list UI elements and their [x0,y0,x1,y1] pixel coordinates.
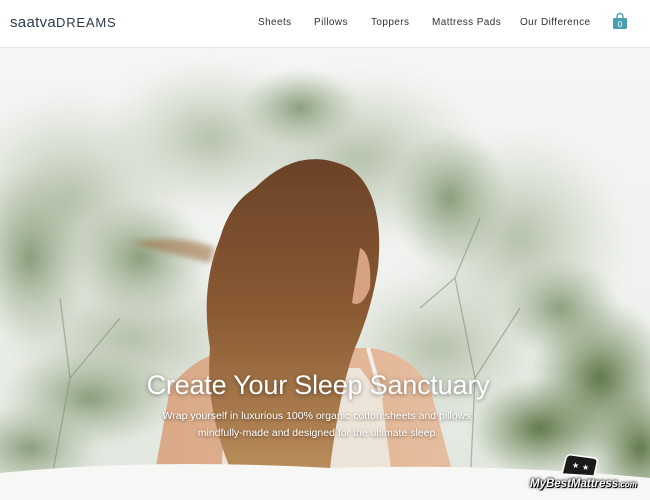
nav-our-difference[interactable]: Our Difference [520,17,590,28]
hero-subtext-line1: Wrap yourself in luxurious 100% organic … [162,410,474,422]
shopping-bag-icon: 0 [613,12,627,29]
hero-subtext: Wrap yourself in luxurious 100% organic … [0,408,636,442]
page: saatvaDREAMS Sheets Pillows Toppers Matt… [0,0,650,500]
watermark-text: MyBestMattress.com [530,478,637,490]
cart-count: 0 [618,20,623,29]
svg-text:★: ★ [572,461,579,470]
watermark-brand: MyBestMattress [530,478,619,490]
svg-text:★: ★ [582,463,589,472]
hero-headline: Create Your Sleep Sanctuary [146,370,490,400]
cart-button[interactable]: 0 [612,12,628,30]
site-header: saatvaDREAMS Sheets Pillows Toppers Matt… [0,0,650,48]
nav-sheets[interactable]: Sheets [258,17,292,28]
watermark: ★ ★ MyBestMattress.com [530,452,648,496]
mattress-stars-icon: ★ ★ [561,454,598,477]
main-nav: Sheets Pillows Toppers Mattress Pads Our… [0,17,650,31]
nav-mattress-pads[interactable]: Mattress Pads [432,17,501,28]
watermark-suffix: .com [618,480,637,489]
nav-pillows[interactable]: Pillows [314,17,348,28]
hero-subtext-line2: mindfully-made and designed for the ulti… [197,427,439,439]
hero-banner: Create Your Sleep Sanctuary Wrap yoursel… [0,48,650,500]
nav-toppers[interactable]: Toppers [371,17,409,28]
